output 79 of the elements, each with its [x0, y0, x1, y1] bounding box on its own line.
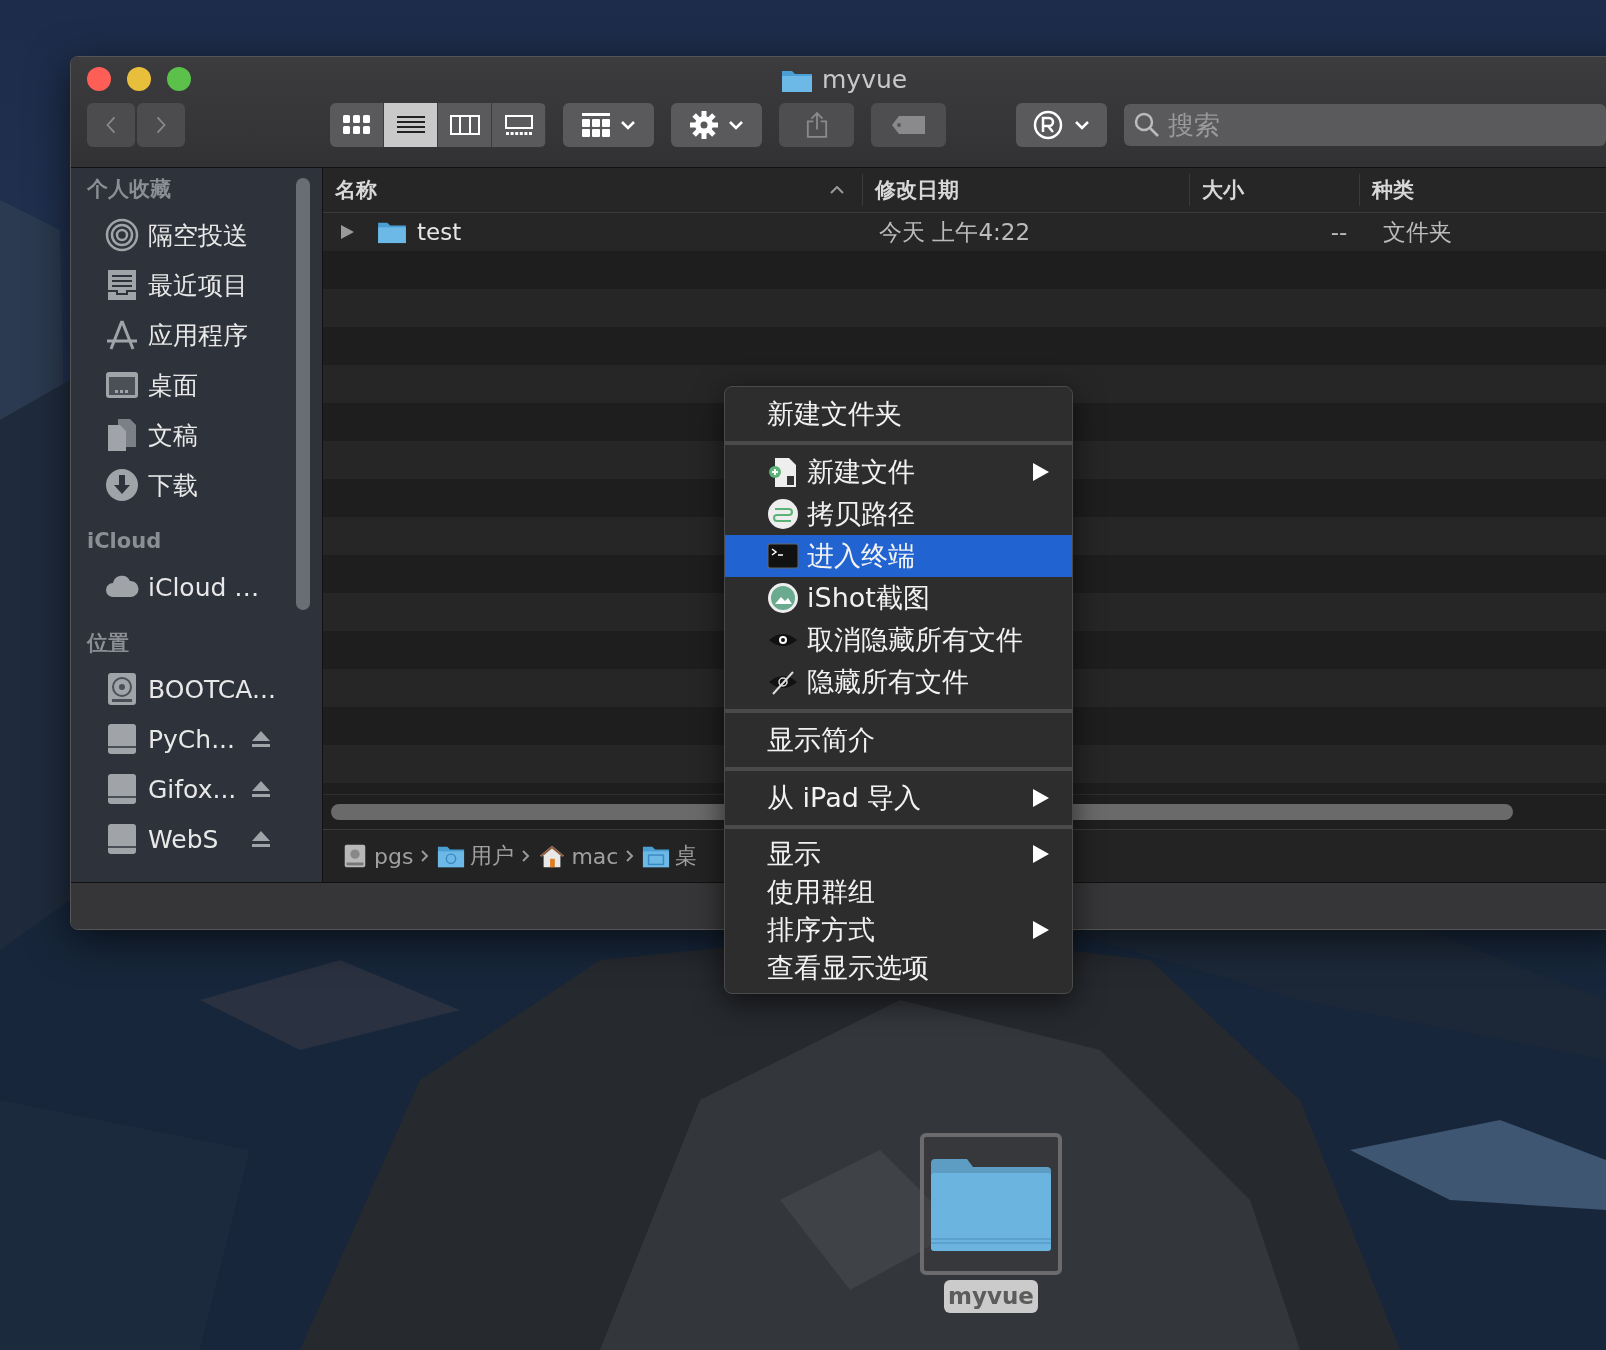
desktop-folder-label[interactable]: myvue	[944, 1280, 1038, 1313]
eject-icon[interactable]	[251, 830, 271, 848]
r-circle-icon	[1031, 109, 1092, 141]
sidebar-item[interactable]: 桌面	[148, 368, 198, 402]
menu-item[interactable]: iShot截图	[725, 577, 1072, 619]
settings-button[interactable]	[671, 103, 762, 147]
menu-item[interactable]: 从 iPad 导入	[725, 777, 1072, 819]
download-icon	[104, 467, 140, 503]
column-header[interactable]: 大小	[1202, 176, 1244, 204]
chevron-left-icon	[104, 114, 118, 136]
search-icon	[1134, 112, 1160, 138]
airdrop-icon	[104, 217, 140, 253]
minimize-button[interactable]	[127, 67, 151, 91]
sidebar-item[interactable]: 文稿	[148, 418, 198, 452]
terminal-icon	[767, 540, 799, 572]
zoom-button[interactable]	[167, 67, 191, 91]
menu-item[interactable]: 拷贝路径	[725, 493, 1072, 535]
share-icon	[805, 111, 828, 139]
folder-icon	[377, 220, 407, 244]
menu-item[interactable]: 进入终端	[725, 535, 1072, 577]
chevron-right-icon	[154, 114, 168, 136]
sidebar-item[interactable]: 隔空投送	[148, 218, 248, 252]
table-cell: --	[1330, 219, 1348, 245]
menu-item[interactable]: 显示简介	[725, 719, 1072, 761]
menu-item[interactable]: 新建文件	[725, 451, 1072, 493]
window-title: myvue	[822, 65, 908, 94]
sidebar-item[interactable]: 应用程序	[148, 318, 248, 352]
chevron-icon	[522, 850, 531, 862]
eject-icon[interactable]	[251, 780, 271, 798]
path-item[interactable]: 桌	[675, 841, 698, 871]
path-icon	[767, 498, 799, 530]
column-header[interactable]: 修改日期	[875, 176, 960, 204]
eject-icon[interactable]	[251, 730, 271, 748]
sidebar-item[interactable]: WebS	[148, 824, 219, 854]
new-file-icon	[767, 456, 799, 488]
folder-icon	[931, 1156, 1051, 1252]
path-item[interactable]: pgs	[374, 843, 414, 869]
menu-item[interactable]: 取消隐藏所有文件	[725, 619, 1072, 661]
image-icon	[767, 582, 799, 614]
disclosure-triangle-icon[interactable]	[339, 224, 355, 240]
tag-icon	[890, 115, 927, 135]
chevron-icon	[421, 850, 430, 862]
sidebar-item[interactable]: Gifox...	[148, 774, 237, 804]
house-icon	[538, 843, 567, 869]
desktop-folder[interactable]	[920, 1133, 1062, 1275]
grid-icon	[342, 114, 371, 136]
sidebar-item[interactable]: PyCh...	[148, 724, 235, 754]
close-button[interactable]	[87, 67, 111, 91]
table-cell-text: 文件夹	[1383, 217, 1453, 247]
menu-item[interactable]: 使用群组	[725, 873, 1072, 911]
column-header[interactable]: 名称	[335, 176, 377, 204]
view-mode-button[interactable]	[384, 103, 438, 147]
group-button[interactable]	[563, 103, 654, 147]
menu-item[interactable]: 新建文件夹	[725, 393, 1072, 435]
menu-item[interactable]: 排序方式	[725, 911, 1072, 949]
gallery-icon	[503, 114, 534, 136]
sidebar-item[interactable]: 最近项目	[148, 268, 248, 302]
grid-dropdown-icon	[580, 112, 637, 138]
gear-icon	[688, 111, 745, 139]
path-item[interactable]: 用户	[470, 841, 515, 871]
sidebar-item[interactable]: BOOTCA...	[148, 674, 276, 704]
menu-item[interactable]: 显示	[725, 835, 1072, 873]
menu-item[interactable]: 隐藏所有文件	[725, 661, 1072, 703]
extension-button[interactable]	[1016, 103, 1107, 147]
menu-item[interactable]: 查看显示选项	[725, 949, 1072, 987]
chevron-icon	[626, 850, 635, 862]
sidebar-item[interactable]: 下载	[148, 468, 198, 502]
path-item[interactable]: mac	[571, 843, 619, 869]
sidebar-heading: 位置	[85, 630, 130, 657]
sidebar-heading: iCloud	[86, 528, 163, 555]
scrollbar[interactable]	[296, 178, 310, 610]
sidebar-item[interactable]: iCloud …	[148, 572, 260, 602]
sidebar-heading: 个人收藏	[86, 176, 172, 203]
search-field[interactable]: 搜索	[1124, 104, 1606, 146]
file-name[interactable]: test	[417, 219, 462, 245]
list-icon	[396, 114, 425, 136]
table-cell-text: 今天 上午4:22	[879, 217, 1031, 247]
columns-icon	[449, 114, 480, 136]
column-header[interactable]: 种类	[1372, 176, 1415, 204]
